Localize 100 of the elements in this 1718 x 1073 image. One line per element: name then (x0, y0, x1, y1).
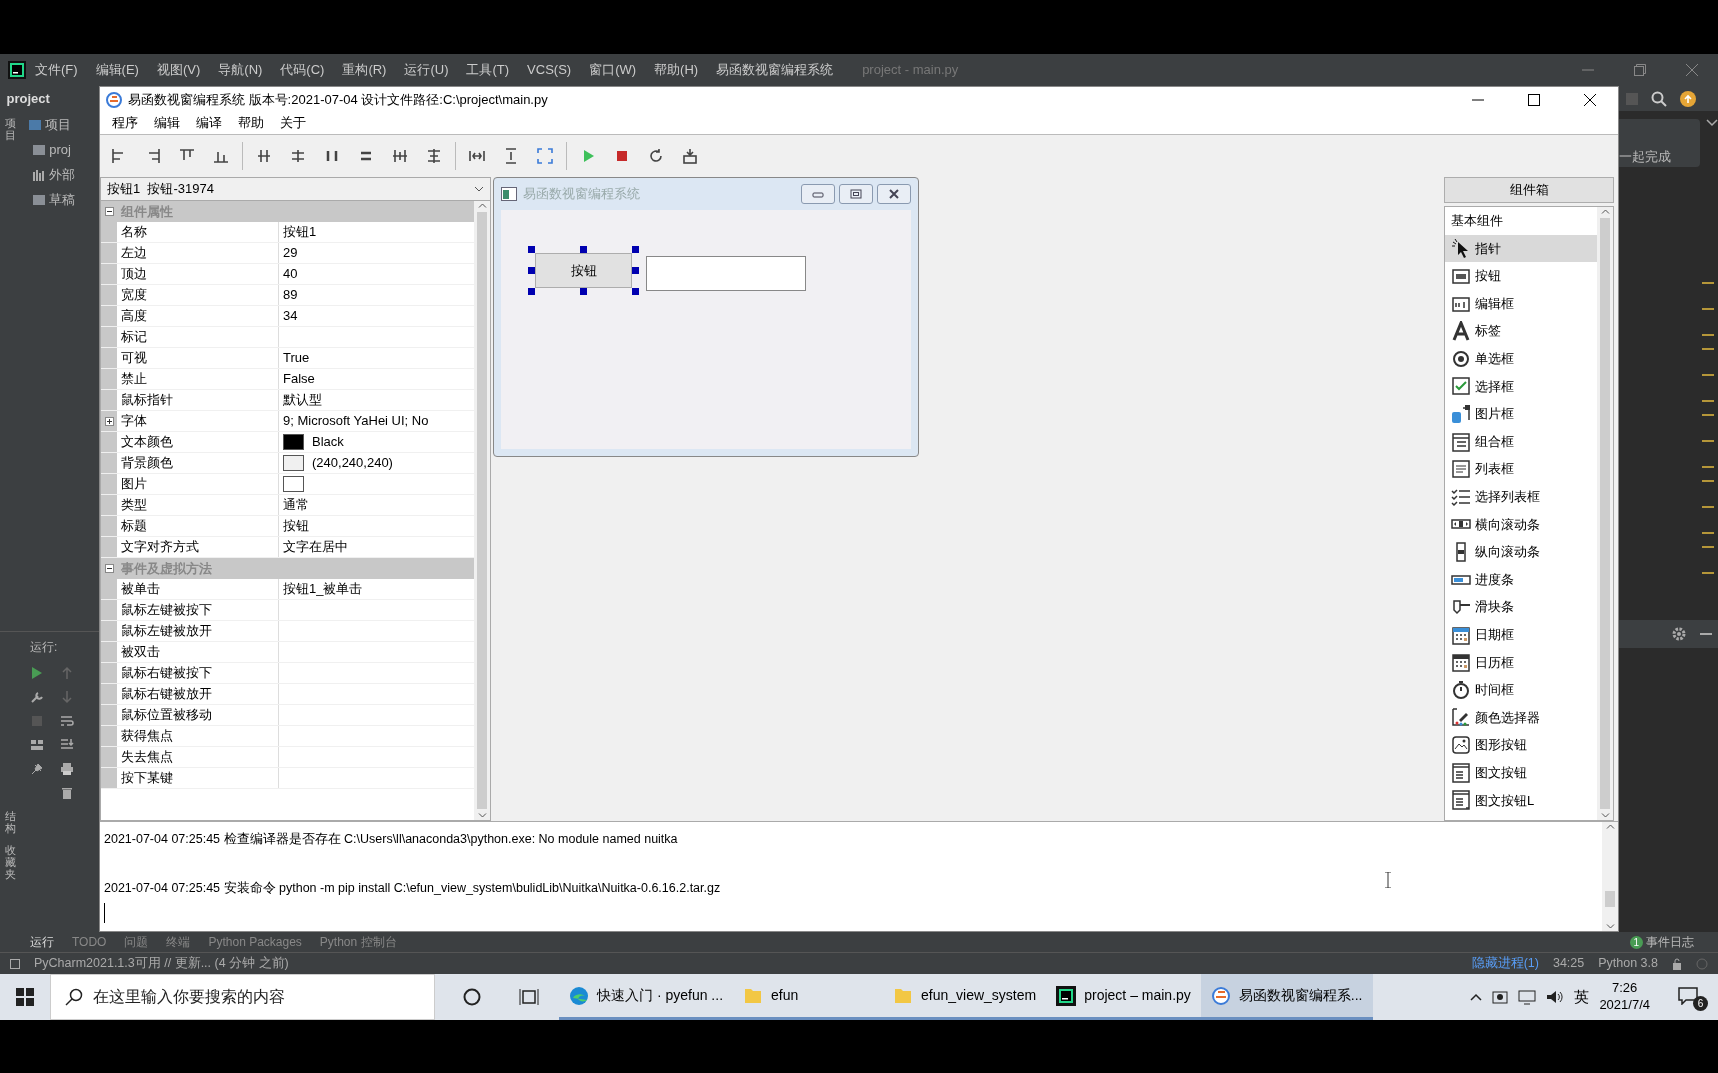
toolbox-item[interactable]: 选择框 (1445, 372, 1597, 401)
property-value[interactable]: 文字在居中 (283, 537, 348, 557)
notification-center-button[interactable]: 6 (1678, 985, 1708, 1009)
resize-handle[interactable] (528, 288, 535, 295)
print-icon[interactable] (60, 762, 74, 776)
resize-handle[interactable] (632, 246, 639, 253)
toolbox-item[interactable]: 指针 (1445, 234, 1597, 263)
pin-icon[interactable] (30, 762, 44, 776)
maximize-icon[interactable] (1528, 93, 1540, 106)
search-icon[interactable] (1650, 90, 1667, 107)
menu-item[interactable]: 编译 (188, 113, 230, 133)
toolbox-item[interactable]: 图形按钮 (1445, 731, 1597, 759)
tree-item[interactable]: 草稿 (49, 190, 76, 210)
toolbox-item[interactable]: 日期框 (1445, 620, 1597, 649)
status-box-icon[interactable] (10, 958, 20, 969)
toolbox-item[interactable]: 滑块条 (1445, 593, 1597, 621)
property-value[interactable]: 29 (283, 243, 298, 263)
toolbox-item[interactable]: 编辑框 (1445, 289, 1597, 318)
wrench-icon[interactable] (30, 690, 44, 704)
property-value[interactable]: 89 (283, 285, 298, 305)
property-value[interactable]: 34 (283, 306, 298, 326)
resize-handle[interactable] (632, 288, 639, 295)
property-value[interactable]: 9; Microsoft YaHei UI; No (283, 411, 429, 431)
input-method-indicator[interactable]: 英 (1574, 985, 1590, 1009)
property-value[interactable]: True (283, 348, 310, 368)
resize-handle[interactable] (580, 288, 587, 295)
scroll-end-icon[interactable] (60, 738, 74, 752)
property-value[interactable]: (240,240,240) (312, 453, 393, 473)
property-value[interactable]: Black (312, 432, 344, 452)
chevron-up-icon[interactable] (1470, 993, 1483, 1001)
toolbox-item[interactable]: 标签 (1445, 317, 1597, 345)
volume-icon[interactable] (1546, 989, 1565, 1005)
minimize-icon[interactable] (1699, 633, 1712, 635)
tree-item[interactable]: 外部 (49, 165, 76, 185)
menu-item[interactable]: 程序 (104, 113, 146, 133)
menu-item[interactable]: 运行(U) (395, 60, 458, 80)
toolbox-item[interactable]: 组合框 (1445, 427, 1597, 456)
window-button[interactable] (877, 184, 911, 204)
menu-item[interactable]: 帮助 (230, 113, 272, 133)
scrollbar[interactable] (1597, 207, 1613, 820)
clock[interactable]: 7:26 2021/7/4 (1599, 980, 1650, 1014)
network-icon[interactable] (1518, 989, 1537, 1005)
menu-item[interactable]: 工具(T) (457, 60, 519, 80)
tool-window-tab[interactable]: 运行 (30, 933, 54, 951)
toolbox-item[interactable]: 单选框 (1445, 344, 1597, 373)
menu-item[interactable]: 帮助(H) (645, 60, 708, 80)
event-log-tab[interactable]: 事件日志 (1646, 933, 1694, 951)
resize-handle[interactable] (528, 246, 535, 253)
scrollbar[interactable] (1602, 822, 1618, 931)
status-link[interactable]: 隐藏进程(1) (1471, 954, 1539, 973)
wrap-icon[interactable] (60, 714, 74, 728)
tool-window-tab[interactable]: 收藏夹 (5, 844, 16, 881)
toolbox-header[interactable]: 组件箱 (1444, 177, 1614, 203)
property-value[interactable]: 默认型 (283, 390, 322, 410)
property-value[interactable]: False (283, 369, 315, 389)
toolbox-item[interactable]: 图文按钮 (1445, 758, 1597, 787)
window-button[interactable] (839, 184, 873, 204)
update-icon[interactable] (1679, 90, 1696, 107)
collapse-icon[interactable] (104, 207, 114, 216)
run-icon[interactable] (30, 666, 44, 680)
interpreter-label[interactable]: Python 3.8 (1598, 954, 1658, 973)
close-icon[interactable] (1584, 93, 1596, 106)
scrollbar-thumb[interactable] (1605, 890, 1615, 907)
property-value[interactable]: 按钮1_被单击 (283, 579, 363, 599)
scrollbar-thumb[interactable] (1600, 218, 1610, 809)
settings-icon[interactable] (1670, 626, 1687, 642)
toolbox-item[interactable]: 列表框 (1445, 455, 1597, 483)
menu-item[interactable]: 导航(N) (209, 60, 272, 80)
resize-handle[interactable] (632, 267, 639, 274)
edit-field[interactable] (646, 256, 806, 291)
menu-item[interactable]: VCS(S) (518, 60, 581, 80)
menu-item[interactable]: 编辑 (146, 113, 188, 133)
scrollbar[interactable] (474, 201, 490, 820)
layout-icon[interactable] (30, 738, 44, 752)
restore-icon[interactable] (1634, 64, 1646, 76)
toolbox-item[interactable]: 横向滚动条 (1445, 510, 1597, 539)
toolbox-item[interactable]: 按钮 (1445, 262, 1597, 290)
taskbar-app[interactable]: 易函数视窗编程系... (1200, 974, 1373, 1020)
resize-handle[interactable] (580, 246, 587, 253)
toolbox-item[interactable]: 颜色选择器 (1445, 703, 1597, 732)
task-view-icon[interactable] (519, 988, 539, 1006)
form-button[interactable]: 按钮 (535, 253, 632, 288)
menu-item[interactable]: 文件(F) (26, 60, 87, 80)
trash-icon[interactable] (60, 786, 74, 800)
toolbox-item[interactable]: 进度条 (1445, 565, 1597, 594)
menu-item[interactable]: 关于 (272, 113, 314, 133)
toolbox-item[interactable]: 时间框 (1445, 676, 1597, 704)
tree-item[interactable]: 项目 (45, 115, 72, 135)
menu-item[interactable]: 编辑(E) (86, 60, 148, 80)
security-icon[interactable] (1492, 989, 1509, 1005)
component-selector[interactable]: 按钮1 按钮-31974 (101, 178, 490, 201)
caret-position[interactable]: 34:25 (1552, 954, 1585, 973)
search-field[interactable]: 在这里输入你要搜索的内容 (50, 974, 435, 1020)
form-window[interactable]: 易函数视窗编程系统 按钮 (493, 177, 919, 457)
property-value[interactable]: 通常 (283, 495, 309, 515)
lock-icon[interactable] (1672, 957, 1682, 970)
property-value[interactable]: 按钮 (283, 516, 309, 536)
property-value[interactable]: 按钮1 (283, 222, 317, 242)
tool-window-tab[interactable]: 项目 (5, 117, 16, 142)
collapse-icon[interactable] (104, 564, 114, 573)
